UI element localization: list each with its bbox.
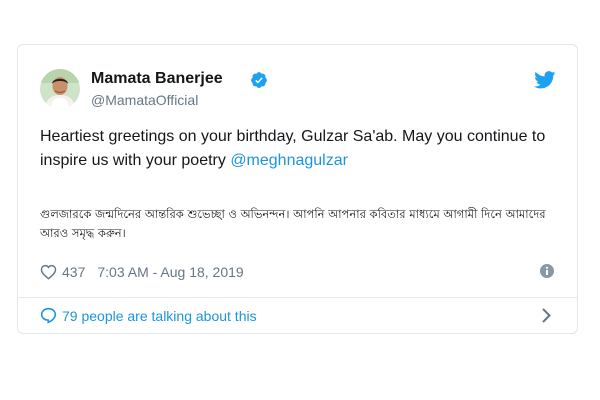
avatar[interactable] — [40, 69, 80, 109]
divider — [18, 297, 577, 298]
tweet-meta: 437 7:03 AM - Aug 18, 2019 — [40, 262, 244, 282]
mention-link[interactable]: @meghnagulzar — [230, 152, 348, 169]
author-handle[interactable]: @MamataOfficial — [91, 92, 198, 108]
speech-bubble-icon — [40, 307, 57, 324]
conversation-link[interactable]: 79 people are talking about this — [40, 307, 257, 324]
twitter-bird-icon[interactable] — [534, 71, 556, 89]
like-count[interactable]: 437 — [62, 264, 85, 280]
timestamp[interactable]: 7:03 AM - Aug 18, 2019 — [97, 264, 243, 280]
tweet-card[interactable]: Mamata Banerjee @MamataOfficial Hearties… — [17, 44, 578, 334]
info-icon[interactable] — [540, 264, 554, 278]
verified-badge-icon — [251, 72, 267, 88]
chevron-right-icon[interactable] — [540, 307, 552, 324]
tweet-text: Heartiest greetings on your birthday, Gu… — [40, 125, 560, 173]
author-name[interactable]: Mamata Banerjee — [91, 70, 223, 88]
tweet-bengali-text: গুলজারকে জন্মদিনের আন্তরিক শুভেচ্ছা ও অভ… — [40, 207, 546, 240]
conversation-text[interactable]: 79 people are talking about this — [62, 308, 257, 324]
heart-icon[interactable] — [40, 264, 57, 280]
